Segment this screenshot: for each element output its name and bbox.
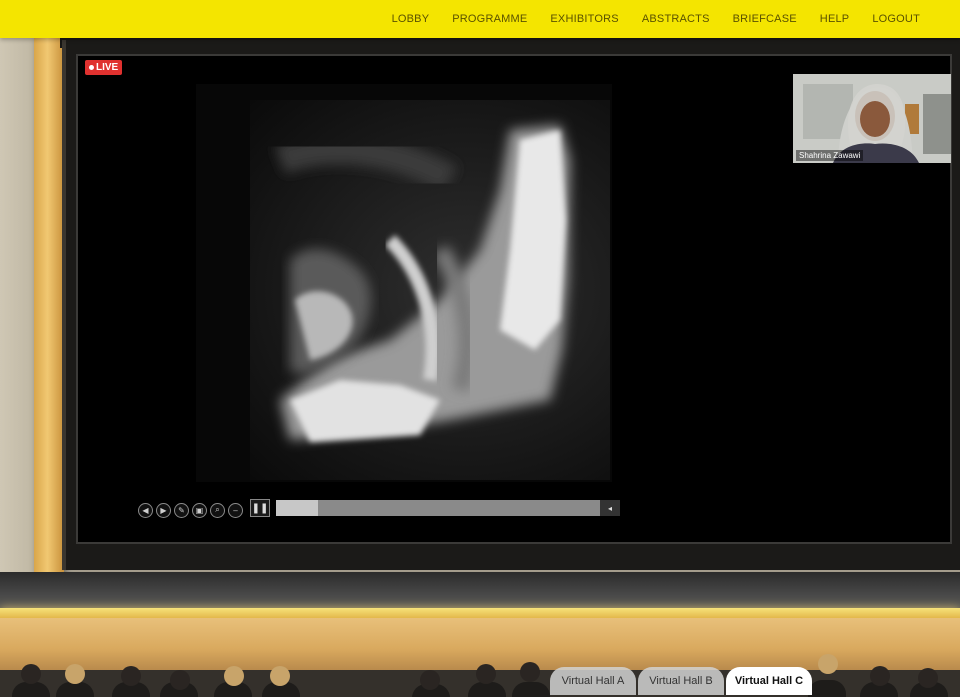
live-badge: LIVE — [85, 60, 123, 75]
video-progress-bar[interactable] — [276, 500, 602, 516]
rewind-icon[interactable]: ◀ — [138, 502, 153, 518]
speaker-webcam: Shahrina Zawawi — [793, 74, 951, 163]
tab-virtual-hall-a[interactable]: Virtual Hall A — [550, 667, 636, 695]
audience — [0, 654, 960, 697]
pause-icon: ❚❚ — [251, 502, 269, 514]
stage-top — [0, 572, 960, 612]
nav-help[interactable]: HELP — [820, 13, 850, 25]
nav-programme[interactable]: PROGRAMME — [452, 13, 527, 25]
minus-icon[interactable]: – — [228, 502, 243, 518]
zoom-icon[interactable]: ⌕ — [210, 502, 225, 518]
forward-icon[interactable]: ▶ — [156, 502, 171, 518]
live-label: LIVE — [96, 62, 119, 73]
pause-button[interactable]: ❚❚ — [250, 499, 270, 517]
left-wall — [0, 38, 36, 578]
video-progress-fill — [276, 500, 319, 516]
live-dot-icon — [89, 65, 94, 70]
chevron-left-icon: ◂ — [607, 503, 612, 513]
pen-icon[interactable]: ✎ — [174, 502, 189, 518]
nav-exhibitors[interactable]: EXHIBITORS — [550, 13, 618, 25]
player-tool-controls: ◀ ▶ ✎ ▣ ⌕ – — [138, 498, 243, 522]
speaker-name-label: Shahrina Zawawi — [796, 150, 864, 161]
nav-lobby[interactable]: LOBBY — [392, 13, 430, 25]
nav-briefcase[interactable]: BRIEFCASE — [733, 13, 797, 25]
progress-end-button[interactable]: ◂ — [600, 500, 620, 516]
tab-virtual-hall-c[interactable]: Virtual Hall C — [726, 667, 812, 695]
image-icon[interactable]: ▣ — [192, 502, 207, 518]
nav-abstracts[interactable]: ABSTRACTS — [642, 13, 710, 25]
nav-logout[interactable]: LOGOUT — [872, 13, 920, 25]
gold-pillar — [34, 38, 64, 578]
xray-image — [274, 125, 570, 442]
hall-tabs: Virtual Hall A Virtual Hall B Virtual Ha… — [550, 667, 812, 695]
main-nav: LOBBY PROGRAMME EXHIBITORS ABSTRACTS BRI… — [392, 0, 920, 38]
top-nav-bar: LOBBY PROGRAMME EXHIBITORS ABSTRACTS BRI… — [0, 0, 960, 38]
tab-virtual-hall-b[interactable]: Virtual Hall B — [638, 667, 724, 695]
stage-light-strip — [0, 608, 960, 618]
